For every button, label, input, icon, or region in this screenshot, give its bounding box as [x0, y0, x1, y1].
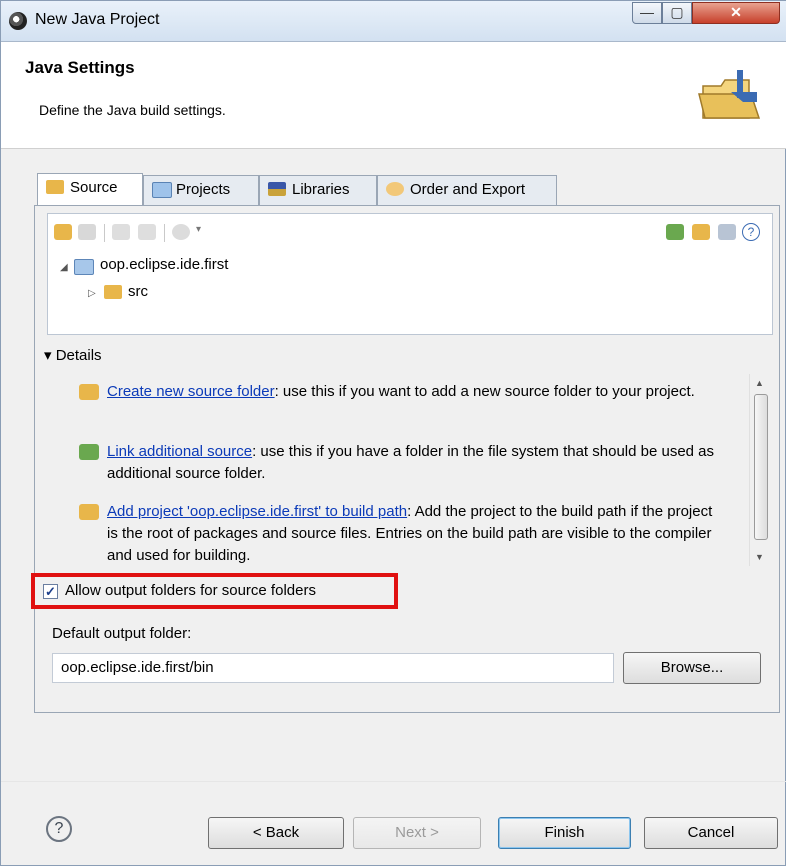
- collapsed-triangle-icon[interactable]: ▷: [88, 288, 96, 299]
- exclude-filter-icon[interactable]: [138, 224, 156, 240]
- details-item-add-project: Add project 'oop.eclipse.ide.first' to b…: [107, 501, 727, 567]
- default-output-label: Default output folder:: [52, 625, 192, 642]
- maximize-button[interactable]: ▢: [662, 2, 692, 24]
- window-title: New Java Project: [35, 11, 160, 28]
- close-button[interactable]: ✕: [692, 2, 780, 24]
- add-folder-icon[interactable]: [54, 224, 72, 240]
- scroll-thumb[interactable]: [754, 394, 768, 540]
- page-title: Java Settings: [25, 58, 135, 77]
- back-button[interactable]: < Back: [208, 817, 344, 849]
- projects-icon: [152, 182, 172, 198]
- tab-source[interactable]: Source: [37, 173, 143, 205]
- minimize-icon: —: [640, 4, 654, 20]
- tab-libraries[interactable]: Libraries: [259, 175, 377, 205]
- chevron-down-icon[interactable]: ▾: [196, 224, 206, 240]
- tree-item-src[interactable]: src: [128, 283, 148, 300]
- title-bar: New Java Project — ▢ ✕: [1, 1, 786, 42]
- finish-button[interactable]: Finish: [498, 817, 631, 849]
- details-item-create-folder: Create new source folder: use this if yo…: [107, 381, 727, 403]
- new-source-folder-icon: [79, 384, 99, 400]
- wizard-folder-icon: [698, 70, 761, 119]
- page-description: Define the Java build settings.: [39, 102, 226, 118]
- chevron-down-icon: ▾: [44, 347, 52, 364]
- add-project-folder-icon: [79, 504, 99, 520]
- details-scrollbar[interactable]: ▲ ▼: [749, 374, 772, 566]
- button-bar-separator: [1, 781, 786, 782]
- expanded-triangle-icon[interactable]: ◢: [60, 262, 68, 273]
- maximize-icon: ▢: [670, 4, 684, 20]
- browse-button[interactable]: Browse...: [623, 652, 761, 684]
- remove-entry-icon[interactable]: [718, 224, 736, 240]
- add-project-build-path-link[interactable]: Add project 'oop.eclipse.ide.first' to b…: [107, 503, 407, 520]
- configure-gear-icon[interactable]: [172, 224, 190, 240]
- java-project-icon: [74, 259, 94, 275]
- tree-item-project[interactable]: oop.eclipse.ide.first: [100, 256, 228, 273]
- default-output-field[interactable]: oop.eclipse.ide.first/bin: [52, 653, 614, 683]
- close-icon: ✕: [730, 4, 742, 20]
- libraries-icon: [268, 182, 286, 196]
- source-folder-icon: [46, 180, 64, 194]
- source-tree: ▾ ? ◢ oop.eclipse.ide.first ▷ src: [47, 213, 773, 335]
- link-source-icon[interactable]: [666, 224, 684, 240]
- help-icon[interactable]: ?: [742, 223, 760, 241]
- allow-output-label[interactable]: Allow output folders for source folders: [65, 582, 316, 599]
- scroll-up-icon[interactable]: ▲: [755, 378, 764, 388]
- remove-folder-icon[interactable]: [78, 224, 96, 240]
- link-source-icon: [79, 444, 99, 460]
- tab-label: Libraries: [292, 181, 350, 198]
- order-export-icon: [386, 182, 404, 196]
- tab-projects[interactable]: Projects: [143, 175, 259, 205]
- create-source-folder-link[interactable]: Create new source folder: [107, 383, 275, 400]
- next-button[interactable]: Next >: [353, 817, 481, 849]
- tab-label: Source: [70, 179, 118, 196]
- cancel-button[interactable]: Cancel: [644, 817, 778, 849]
- wizard-header: Java Settings Define the Java build sett…: [1, 42, 786, 149]
- tab-order-and-export[interactable]: Order and Export: [377, 175, 557, 205]
- details-item-link-source: Link additional source: use this if you …: [107, 441, 727, 485]
- toolbar-separator: [164, 224, 165, 242]
- toolbar-separator: [104, 224, 105, 242]
- details-text: : use this if you want to add a new sour…: [274, 383, 695, 400]
- eclipse-app-icon: [9, 12, 27, 30]
- new-java-project-window: New Java Project — ▢ ✕ Java Settings Def…: [0, 0, 786, 866]
- tab-label: Projects: [176, 181, 231, 198]
- minimize-button[interactable]: —: [632, 2, 662, 24]
- include-filter-icon[interactable]: [112, 224, 130, 240]
- tab-label: Order and Export: [410, 181, 526, 198]
- allow-output-checkbox[interactable]: ✓: [43, 584, 58, 599]
- details-label: Details: [55, 347, 102, 364]
- new-source-folder-icon[interactable]: [692, 224, 710, 240]
- source-folder-icon: [104, 285, 122, 299]
- link-additional-source-link[interactable]: Link additional source: [107, 443, 252, 460]
- scroll-down-icon[interactable]: ▼: [755, 552, 764, 562]
- details-toggle[interactable]: ▾ Details: [44, 346, 102, 364]
- help-icon[interactable]: ?: [46, 816, 72, 842]
